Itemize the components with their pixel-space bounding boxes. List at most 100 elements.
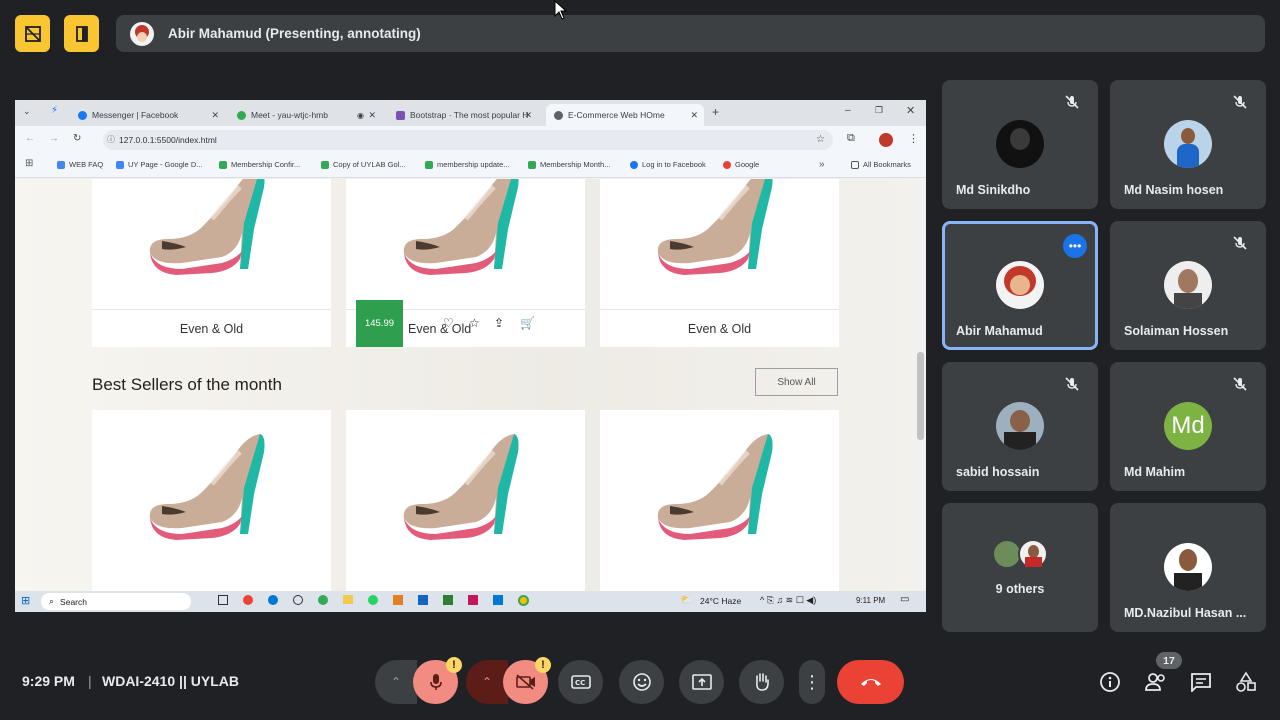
companion-mode-button[interactable]: [64, 15, 99, 52]
vscode-icon[interactable]: [493, 595, 503, 605]
product-card[interactable]: Even & Old 145.99 ♡ ☆ ⇪ 🛒: [346, 179, 585, 347]
participant-tile[interactable]: MD.Nazibul Hasan ...: [1110, 503, 1266, 632]
participant-name: Md Nasim hosen: [1124, 183, 1224, 197]
participant-tile[interactable]: Solaiman Hossen: [1110, 221, 1266, 350]
activities-button[interactable]: [1235, 671, 1257, 698]
tab-messenger[interactable]: Messenger | Facebook ✕: [70, 104, 225, 126]
audio-options-button[interactable]: ⌃: [375, 660, 417, 704]
reactions-button[interactable]: [619, 660, 664, 704]
people-icon: [1145, 673, 1165, 691]
app-icon[interactable]: [393, 595, 403, 605]
back-icon[interactable]: ←: [25, 133, 35, 144]
bookmark-item[interactable]: Copy of UYLAB Gol...: [321, 160, 406, 169]
chevron-right-icon[interactable]: »: [819, 159, 825, 170]
minimize-button[interactable]: –: [845, 105, 851, 116]
video-options-button[interactable]: ⌃: [466, 660, 508, 704]
product-card[interactable]: [600, 410, 839, 591]
more-options-button[interactable]: ⋮: [799, 660, 825, 704]
bookmark-item[interactable]: membership update...: [425, 160, 510, 169]
bookmark-item[interactable]: WEB FAQ: [57, 160, 103, 169]
app-icon[interactable]: [243, 595, 253, 605]
apps-icon[interactable]: ⊞: [25, 158, 33, 169]
profile-avatar[interactable]: [879, 133, 893, 147]
heart-icon[interactable]: ♡: [443, 316, 454, 330]
new-tab-button[interactable]: +: [712, 105, 719, 119]
bookmark-item[interactable]: Membership Confir...: [219, 160, 300, 169]
show-all-button[interactable]: Show All: [755, 368, 838, 396]
recording-icon: ◉: [357, 110, 364, 120]
edge-icon[interactable]: [268, 595, 278, 605]
forward-icon[interactable]: →: [49, 133, 59, 144]
participant-tile[interactable]: Md Nasim hosen: [1110, 80, 1266, 209]
chat-icon: [1191, 673, 1211, 694]
close-tab-icon[interactable]: ✕: [690, 110, 698, 121]
chrome-icon[interactable]: [518, 595, 529, 606]
tray-icons[interactable]: ^ ⎘ ♫ ≋ ☐ ◀): [760, 595, 816, 606]
participant-name: Abir Mahamud: [956, 324, 1043, 338]
bookmark-item[interactable]: UY Page - Google D...: [116, 160, 202, 169]
bookmark-item[interactable]: Membership Month...: [528, 160, 610, 169]
notification-icon[interactable]: ▭: [900, 594, 909, 605]
more-menu-icon[interactable]: ⋮: [908, 132, 919, 145]
shoe-image: [396, 424, 536, 544]
star-icon[interactable]: ☆: [469, 316, 480, 330]
participant-tile[interactable]: Md Sinikdho: [942, 80, 1098, 209]
close-tab-icon[interactable]: ✕: [524, 110, 532, 121]
extensions-icon[interactable]: ⧉: [847, 132, 855, 145]
scrollbar-thumb[interactable]: [917, 352, 924, 440]
tab-search-icon[interactable]: ⌄: [23, 106, 31, 117]
close-window-button[interactable]: ✕: [906, 104, 915, 117]
chat-button[interactable]: [1190, 672, 1212, 697]
present-button[interactable]: [679, 660, 724, 704]
restore-button[interactable]: ❐: [875, 105, 883, 116]
participant-tile-others[interactable]: 9 others: [942, 503, 1098, 632]
app-icon[interactable]: [443, 595, 453, 605]
app-icon[interactable]: [418, 595, 428, 605]
tab-ecommerce[interactable]: E-Commerce Web HOme ✕: [546, 104, 704, 126]
participant-tile[interactable]: sabid hossain: [942, 362, 1098, 491]
meeting-details-button[interactable]: [1099, 671, 1121, 698]
star-icon[interactable]: ☆: [816, 130, 825, 150]
camera-off-icon: [515, 674, 535, 690]
raise-hand-button[interactable]: [739, 660, 784, 704]
site-info-icon[interactable]: ⓘ: [107, 130, 115, 150]
activities-icon: [1236, 671, 1256, 692]
shoe-image: [650, 179, 790, 299]
close-tab-icon[interactable]: ✕: [368, 110, 376, 121]
bookmark-item[interactable]: Google: [723, 160, 759, 169]
taskbar-search[interactable]: ⌕ Search: [41, 593, 191, 610]
app-icon[interactable]: [468, 595, 478, 605]
all-bookmarks[interactable]: All Bookmarks: [851, 160, 911, 169]
close-tab-icon[interactable]: ✕: [211, 110, 219, 121]
shoe-image: [396, 179, 536, 299]
product-card[interactable]: Even & Old: [92, 179, 331, 347]
participant-tile-active[interactable]: ••• Abir Mahamud: [942, 221, 1098, 350]
captions-button[interactable]: CC: [558, 660, 603, 704]
cart-icon[interactable]: 🛒: [520, 316, 535, 330]
separator: |: [88, 673, 92, 689]
url-field[interactable]: ⓘ 127.0.0.1:5500/index.html ☆: [103, 130, 833, 150]
sheets-icon: [425, 160, 433, 169]
product-card[interactable]: [346, 410, 585, 591]
product-card[interactable]: [92, 410, 331, 591]
globe-icon: [554, 110, 563, 120]
windows-start-icon[interactable]: ⊞: [21, 594, 30, 607]
share-icon[interactable]: ⇪: [494, 316, 504, 330]
info-icon: [1100, 672, 1120, 692]
product-card[interactable]: Even & Old: [600, 179, 839, 347]
app-icon[interactable]: [318, 595, 328, 605]
participant-tile[interactable]: Md Md Mahim: [1110, 362, 1266, 491]
layout-toggle-button[interactable]: [15, 15, 50, 52]
folder-icon[interactable]: [343, 595, 353, 604]
bookmark-item[interactable]: Log in to Facebook: [630, 160, 706, 169]
task-view-icon[interactable]: [218, 595, 228, 605]
pinned-tab-icon[interactable]: ⚡: [51, 105, 58, 116]
tab-bootstrap[interactable]: Bootstrap · The most popular H ✕: [388, 104, 538, 126]
people-button[interactable]: [1144, 671, 1168, 698]
leave-call-button[interactable]: [837, 660, 904, 704]
whatsapp-icon[interactable]: [368, 595, 378, 605]
more-options-icon[interactable]: •••: [1063, 234, 1087, 258]
reload-icon[interactable]: ↻: [73, 133, 81, 144]
app-icon[interactable]: [293, 595, 303, 605]
tab-meet[interactable]: Meet - yau-wtjc-hmb ◉ ✕: [229, 104, 382, 126]
